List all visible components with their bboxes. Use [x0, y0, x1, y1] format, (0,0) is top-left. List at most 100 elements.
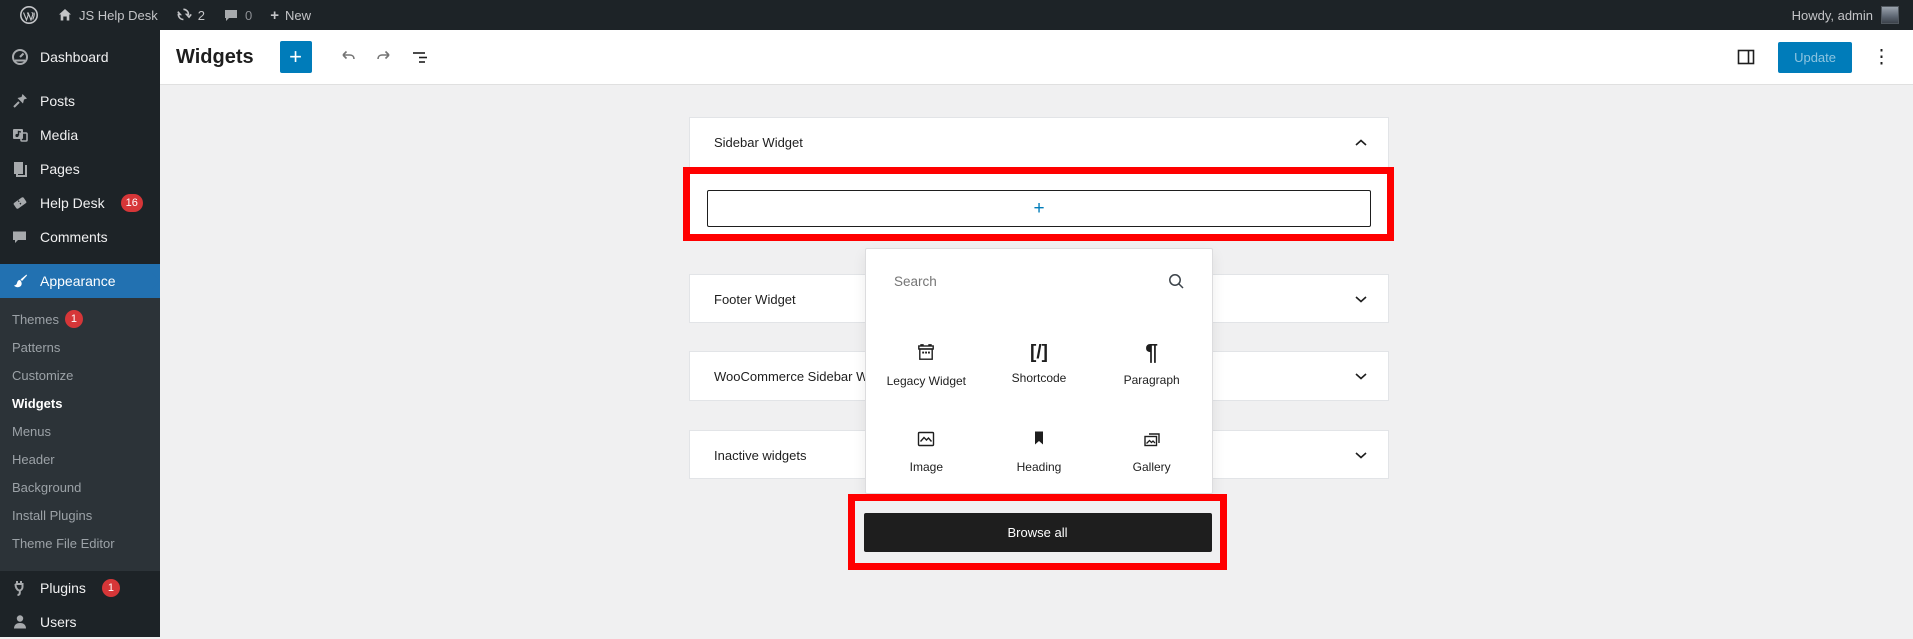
block-label: Shortcode	[1011, 371, 1067, 385]
annotation-highlight-inserter	[683, 167, 1394, 241]
toggle-block-inserter-button[interactable]: +	[279, 41, 312, 73]
new-content-button[interactable]: + New	[261, 0, 320, 30]
submenu-item-customize[interactable]: Customize	[0, 361, 160, 389]
paragraph-icon: ¶	[1145, 339, 1159, 365]
submenu-item-background[interactable]: Background	[0, 473, 160, 501]
browse-all-button[interactable]: Browse all	[863, 512, 1212, 552]
settings-sidebar-toggle-button[interactable]	[1728, 39, 1764, 75]
block-item-image[interactable]: Image	[870, 407, 983, 493]
plugin-icon	[10, 579, 30, 597]
submenu-item-label: Themes	[12, 311, 59, 327]
submenu-item-label: Widgets	[12, 395, 63, 411]
submenu-item-install-plugins[interactable]: Install Plugins	[0, 501, 160, 529]
comments-indicator[interactable]: 0	[214, 0, 261, 30]
paintbrush-icon	[10, 272, 30, 290]
block-item-gallery[interactable]: Gallery	[1095, 407, 1208, 493]
updates-icon	[176, 8, 192, 21]
chevron-down-icon	[1355, 296, 1367, 303]
block-item-shortcode[interactable]: [/] Shortcode	[983, 321, 1096, 407]
wordpress-logo[interactable]	[10, 0, 48, 30]
sidebar-item-label: Users	[40, 614, 77, 630]
block-label: Paragraph	[1123, 373, 1180, 387]
quick-inserter-popup: Legacy Widget [/] Shortcode ¶ Paragraph …	[865, 248, 1213, 494]
widget-area-header[interactable]: Sidebar Widget	[690, 118, 1388, 167]
undo-button[interactable]	[330, 39, 366, 75]
legacy-widget-icon	[918, 343, 935, 360]
sidebar-item-users[interactable]: Users	[0, 605, 160, 639]
home-icon	[59, 9, 71, 21]
block-label: Heading	[1016, 459, 1062, 474]
submenu-item-themes[interactable]: Themes 1	[0, 305, 160, 333]
submenu-item-menus[interactable]: Menus	[0, 417, 160, 445]
submenu-item-label: Background	[12, 479, 82, 495]
sidebar-item-label: Comments	[40, 229, 108, 245]
howdy-greeting[interactable]: Howdy, admin	[1792, 8, 1873, 23]
search-icon	[1169, 273, 1184, 289]
help-desk-badge: 16	[120, 194, 143, 212]
list-view-icon	[412, 52, 427, 63]
annotation-highlight-browse-all: Browse all	[848, 494, 1227, 570]
widget-area-title: Sidebar Widget	[714, 135, 803, 150]
admin-side-menu: Dashboard Posts Media Pages Help Desk 16…	[0, 30, 160, 637]
block-item-legacy-widget[interactable]: Legacy Widget	[870, 321, 983, 407]
block-label: Legacy Widget	[886, 373, 967, 388]
sidebar-item-dashboard[interactable]: Dashboard	[0, 40, 160, 74]
redo-button[interactable]	[366, 39, 402, 75]
themes-badge: 1	[64, 310, 83, 328]
submenu-item-label: Theme File Editor	[12, 535, 115, 551]
sidebar-item-media[interactable]: Media	[0, 118, 160, 152]
widget-area-title: Inactive widgets	[714, 448, 807, 463]
sidebar-panel-icon	[1737, 49, 1755, 65]
sidebar-item-appearance[interactable]: Appearance	[0, 264, 160, 298]
sidebar-item-label: Pages	[40, 161, 80, 177]
sidebar-item-label: Appearance	[40, 273, 116, 289]
site-name-link[interactable]: JS Help Desk	[48, 0, 167, 30]
user-avatar[interactable]	[1881, 6, 1899, 24]
appearance-submenu: Themes 1 Patterns Customize Widgets Menu…	[0, 298, 160, 571]
undo-icon	[342, 50, 355, 60]
options-kebab-icon[interactable]: ⋮	[1866, 46, 1897, 69]
heading-icon	[1034, 431, 1043, 444]
submenu-item-theme-file-editor[interactable]: Theme File Editor	[0, 529, 160, 557]
sidebar-item-help-desk[interactable]: Help Desk 16	[0, 186, 160, 220]
gallery-icon	[1143, 432, 1160, 446]
submenu-item-label: Header	[12, 451, 55, 467]
updates-count: 2	[197, 7, 205, 23]
media-icon	[10, 126, 30, 144]
sidebar-item-label: Dashboard	[40, 49, 109, 65]
comment-bubble-icon	[224, 9, 237, 21]
chevron-down-icon	[1355, 452, 1367, 459]
widget-area-title: Footer Widget	[714, 292, 796, 307]
updates-indicator[interactable]: 2	[167, 0, 214, 30]
submenu-item-label: Customize	[12, 367, 74, 383]
submenu-item-patterns[interactable]: Patterns	[0, 333, 160, 361]
submenu-item-label: Install Plugins	[12, 507, 93, 523]
site-name-label: JS Help Desk	[79, 7, 158, 23]
submenu-item-header[interactable]: Header	[0, 445, 160, 473]
image-icon	[918, 431, 935, 446]
block-grid: Legacy Widget [/] Shortcode ¶ Paragraph …	[866, 313, 1212, 493]
sidebar-item-label: Help Desk	[40, 195, 105, 211]
sidebar-item-pages[interactable]: Pages	[0, 152, 160, 186]
admin-bar: JS Help Desk 2 0 + New Howdy, admin	[0, 0, 1913, 30]
widget-area-title: WooCommerce Sidebar Wi	[714, 369, 872, 384]
block-item-paragraph[interactable]: ¶ Paragraph	[1095, 321, 1208, 407]
sidebar-item-posts[interactable]: Posts	[0, 84, 160, 118]
wordpress-logo-icon	[20, 6, 38, 24]
update-button[interactable]: Update	[1778, 41, 1852, 73]
submenu-item-widgets[interactable]: Widgets	[0, 389, 160, 417]
chevron-down-icon	[1355, 373, 1367, 380]
submenu-item-label: Menus	[12, 423, 52, 439]
block-search-input[interactable]	[892, 272, 1157, 290]
list-view-button[interactable]	[402, 39, 438, 75]
ticket-icon	[10, 194, 30, 212]
comments-icon	[10, 229, 30, 246]
plus-icon: +	[289, 44, 303, 69]
sidebar-item-plugins[interactable]: Plugins 1	[0, 571, 160, 605]
plugins-badge: 1	[101, 579, 120, 597]
block-label: Image	[909, 459, 943, 474]
sidebar-item-comments[interactable]: Comments	[0, 220, 160, 254]
sidebar-item-label: Plugins	[40, 580, 86, 596]
page-title: Widgets	[176, 45, 254, 68]
block-item-heading[interactable]: Heading	[983, 407, 1096, 493]
